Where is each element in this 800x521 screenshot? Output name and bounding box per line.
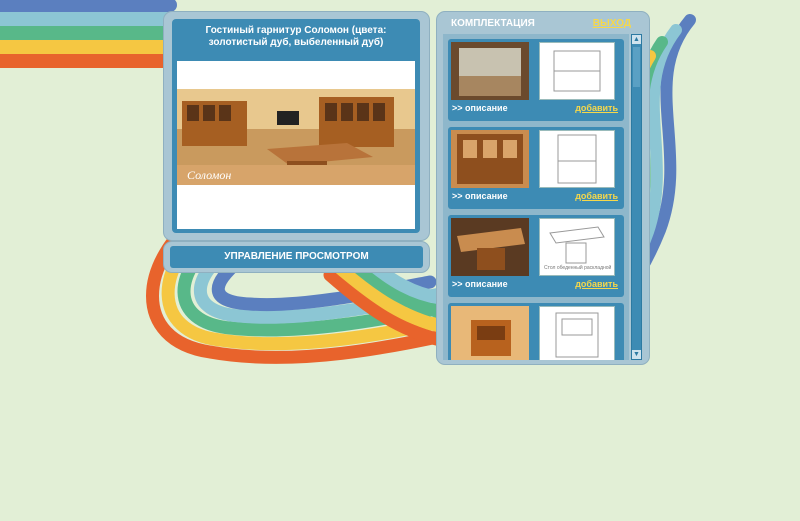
list-item: >> описание добавить <box>448 127 624 209</box>
scroll-up-arrow-icon[interactable]: ▲ <box>632 35 641 44</box>
product-image[interactable]: Соломон <box>177 61 415 229</box>
viewer-inner: Гостиный гарнитур Соломон (цвета: золоти… <box>172 19 420 233</box>
add-link[interactable]: добавить <box>575 103 618 113</box>
configuration-panel: КОМПЛЕКТАЦИЯ ВЫХОД >> описание добавить <box>436 11 650 365</box>
tv-stand-photo <box>451 306 529 360</box>
component-list[interactable]: >> описание добавить >> описание добавит… <box>443 34 629 360</box>
description-link[interactable]: >> описание <box>452 279 508 289</box>
sketch-note: Стол обеденный раскладной <box>544 264 612 271</box>
item-sketch[interactable] <box>539 306 615 360</box>
description-link[interactable]: >> описание <box>452 103 508 113</box>
view-control-button[interactable]: УПРАВЛЕНИЕ ПРОСМОТРОМ <box>170 246 423 268</box>
item-sketch[interactable]: Стол обеденный раскладной <box>539 218 615 276</box>
showcase-photo <box>451 130 529 188</box>
viewer-panel: Гостиный гарнитур Соломон (цвета: золоти… <box>163 11 430 241</box>
product-title: Гостиный гарнитур Соломон (цвета: золоти… <box>205 25 387 48</box>
scrollbar-thumb[interactable] <box>633 47 640 87</box>
table-photo <box>451 218 529 276</box>
control-panel: УПРАВЛЕНИЕ ПРОСМОТРОМ <box>163 241 430 273</box>
list-item: >> описание добавить <box>448 39 624 121</box>
list-scrollbar[interactable]: ▲ ▼ <box>631 34 642 360</box>
exit-link[interactable]: ВЫХОД <box>593 18 631 29</box>
description-link[interactable]: >> описание <box>452 191 508 201</box>
list-item <box>448 303 624 360</box>
add-link[interactable]: добавить <box>575 191 618 201</box>
configuration-header: КОМПЛЕКТАЦИЯ ВЫХОД <box>443 16 641 32</box>
configuration-title: КОМПЛЕКТАЦИЯ <box>451 18 535 29</box>
item-photo[interactable] <box>451 42 529 100</box>
sketch-drawing <box>557 134 597 184</box>
scroll-down-arrow-icon[interactable]: ▼ <box>632 350 641 359</box>
list-item: Стол обеденный раскладной >> описание до… <box>448 215 624 297</box>
sketch-drawing <box>555 312 599 358</box>
item-photo[interactable] <box>451 306 529 360</box>
watermark-text: Соломон <box>187 168 231 182</box>
living-room-photo: Соломон <box>177 89 415 185</box>
add-link[interactable]: добавить <box>575 279 618 289</box>
item-photo[interactable] <box>451 218 529 276</box>
sketch-drawing <box>553 50 601 92</box>
cabinet-photo <box>451 42 529 100</box>
item-photo[interactable] <box>451 130 529 188</box>
sketch-drawing: Стол обеденный раскладной <box>544 226 612 271</box>
item-sketch[interactable] <box>539 130 615 188</box>
item-sketch[interactable] <box>539 42 615 100</box>
